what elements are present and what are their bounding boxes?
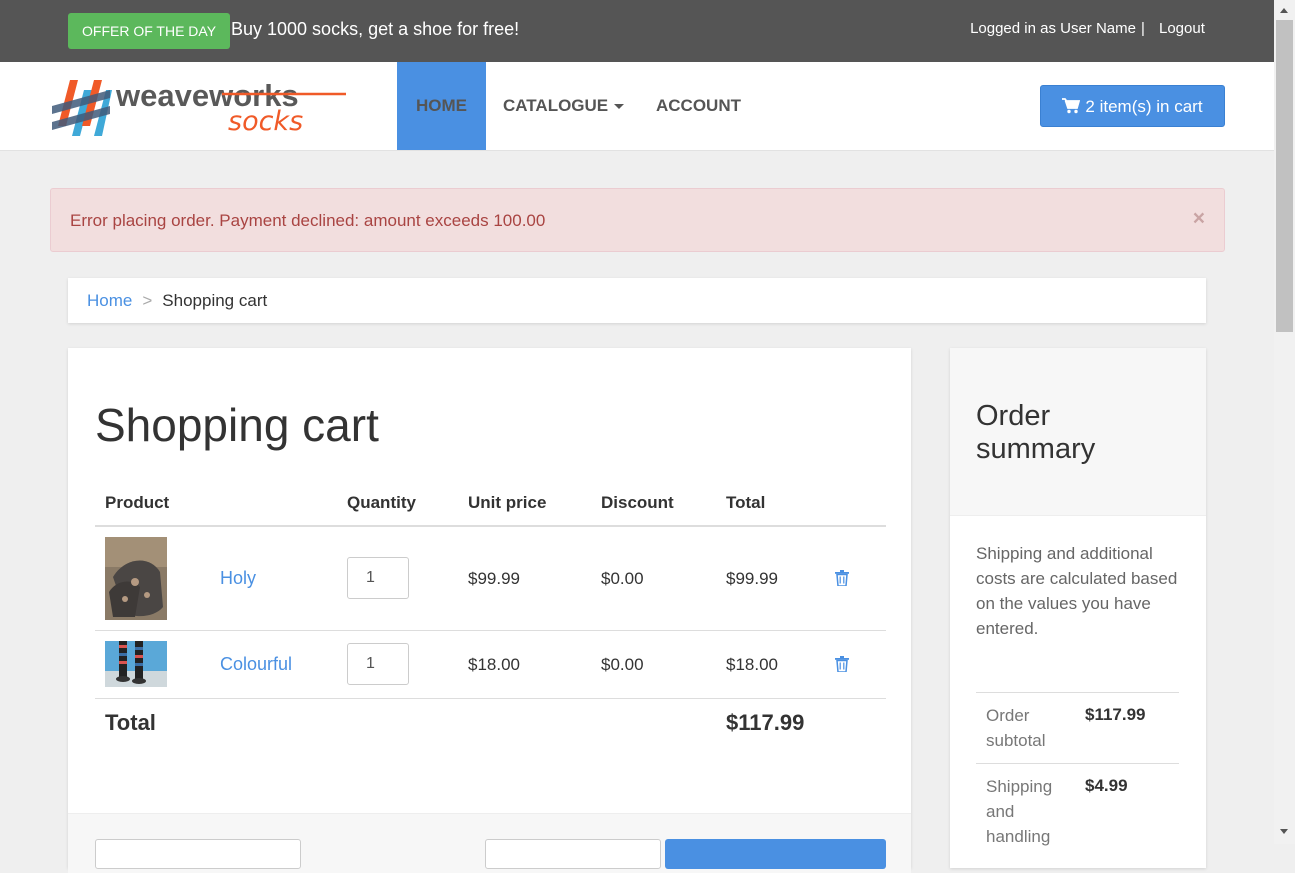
weaveworks-socks-logo[interactable]: weaveworks socks [50,74,350,138]
summary-divider [976,763,1179,764]
discount: $0.00 [601,569,644,588]
logo-text-socks: socks [228,106,303,137]
order-summary-panel: Order summary Shipping and additional co… [950,348,1206,868]
top-bar: OFFER OF THE DAY Buy 1000 socks, get a s… [0,0,1274,62]
summary-divider [976,692,1179,693]
column-header-quantity: Quantity [347,493,416,512]
quantity-input[interactable]: 1 [347,557,409,599]
breadcrumb-current: Shopping cart [162,291,268,310]
nav-catalogue-label: CATALOGUE [503,96,609,115]
order-summary-title: Order summary [976,400,1096,465]
row-total: $18.00 [726,655,778,674]
cart-panel: Shopping cart Product Quantity Unit pric… [68,348,911,873]
column-header-discount: Discount [601,493,674,512]
trash-icon[interactable] [835,656,849,672]
shipping-value: $4.99 [1085,776,1128,795]
alert-message: Error placing order. Payment declined: a… [70,211,546,230]
discount: $0.00 [601,655,644,674]
order-subtotal-value: $117.99 [1085,705,1146,724]
row-divider [95,698,886,699]
order-summary-note: Shipping and additional costs are calcul… [976,544,1178,638]
nav-account[interactable]: ACCOUNT [637,62,760,150]
offer-badge[interactable]: OFFER OF THE DAY [68,13,231,49]
breadcrumb: Home > Shopping cart [68,278,1206,323]
scroll-down-icon[interactable] [1280,829,1288,834]
cart-button-label: 2 item(s) in cart [1085,97,1203,116]
breadcrumb-separator: > [142,291,153,310]
offer-text: Buy 1000 socks, get a shoe for free! [231,19,520,39]
column-header-product: Product [105,493,170,512]
logo-mark-icon: weaveworks socks [52,78,346,137]
login-separator: | [1141,20,1145,37]
close-icon[interactable]: × [1193,207,1205,231]
shopping-cart-icon [1062,98,1081,114]
row-divider [95,630,886,631]
svg-text:socks: socks [228,106,303,137]
error-alert: Error placing order. Payment declined: a… [50,188,1225,252]
nav-catalogue[interactable]: CATALOGUE [484,62,643,150]
trash-icon[interactable] [835,570,849,586]
nav-account-label: ACCOUNT [656,96,741,115]
logged-in-text: Logged in as User Name [970,20,1136,37]
product-image-holy[interactable] [105,537,167,620]
nav-home-label: HOME [416,96,467,115]
scroll-up-icon[interactable] [1280,8,1288,13]
cart-footer [68,813,911,873]
cart-total-value: $117.99 [726,710,805,735]
nav-home[interactable]: HOME [397,62,486,150]
main-navbar: weaveworks socks HOME CATALOGUE ACCOUNT … [0,62,1274,151]
product-link-colourful[interactable]: Colourful [220,654,292,675]
row-total: $99.99 [726,569,778,588]
unit-price: $18.00 [468,655,520,674]
product-image-colourful[interactable] [105,641,167,687]
table-header-divider [95,525,886,527]
cart-total-label: Total [105,710,156,735]
breadcrumb-home-link[interactable]: Home [87,291,132,310]
quantity-input[interactable]: 1 [347,643,409,685]
column-header-total: Total [726,493,766,512]
scrollbar-thumb[interactable] [1276,20,1293,332]
logout-link[interactable]: Logout [1159,20,1205,37]
order-summary-header: Order summary [950,348,1206,516]
column-header-unit-price: Unit price [468,493,547,512]
page-scrollbar[interactable] [1274,0,1295,844]
shipping-label: Shipping and handling [986,777,1053,846]
unit-price: $99.99 [468,569,520,588]
product-link-holy[interactable]: Holy [220,568,256,589]
order-subtotal-label: Order subtotal [986,706,1046,750]
cart-button[interactable]: 2 item(s) in cart [1040,85,1225,127]
caret-down-icon [614,104,625,110]
page-title: Shopping cart [95,399,379,451]
